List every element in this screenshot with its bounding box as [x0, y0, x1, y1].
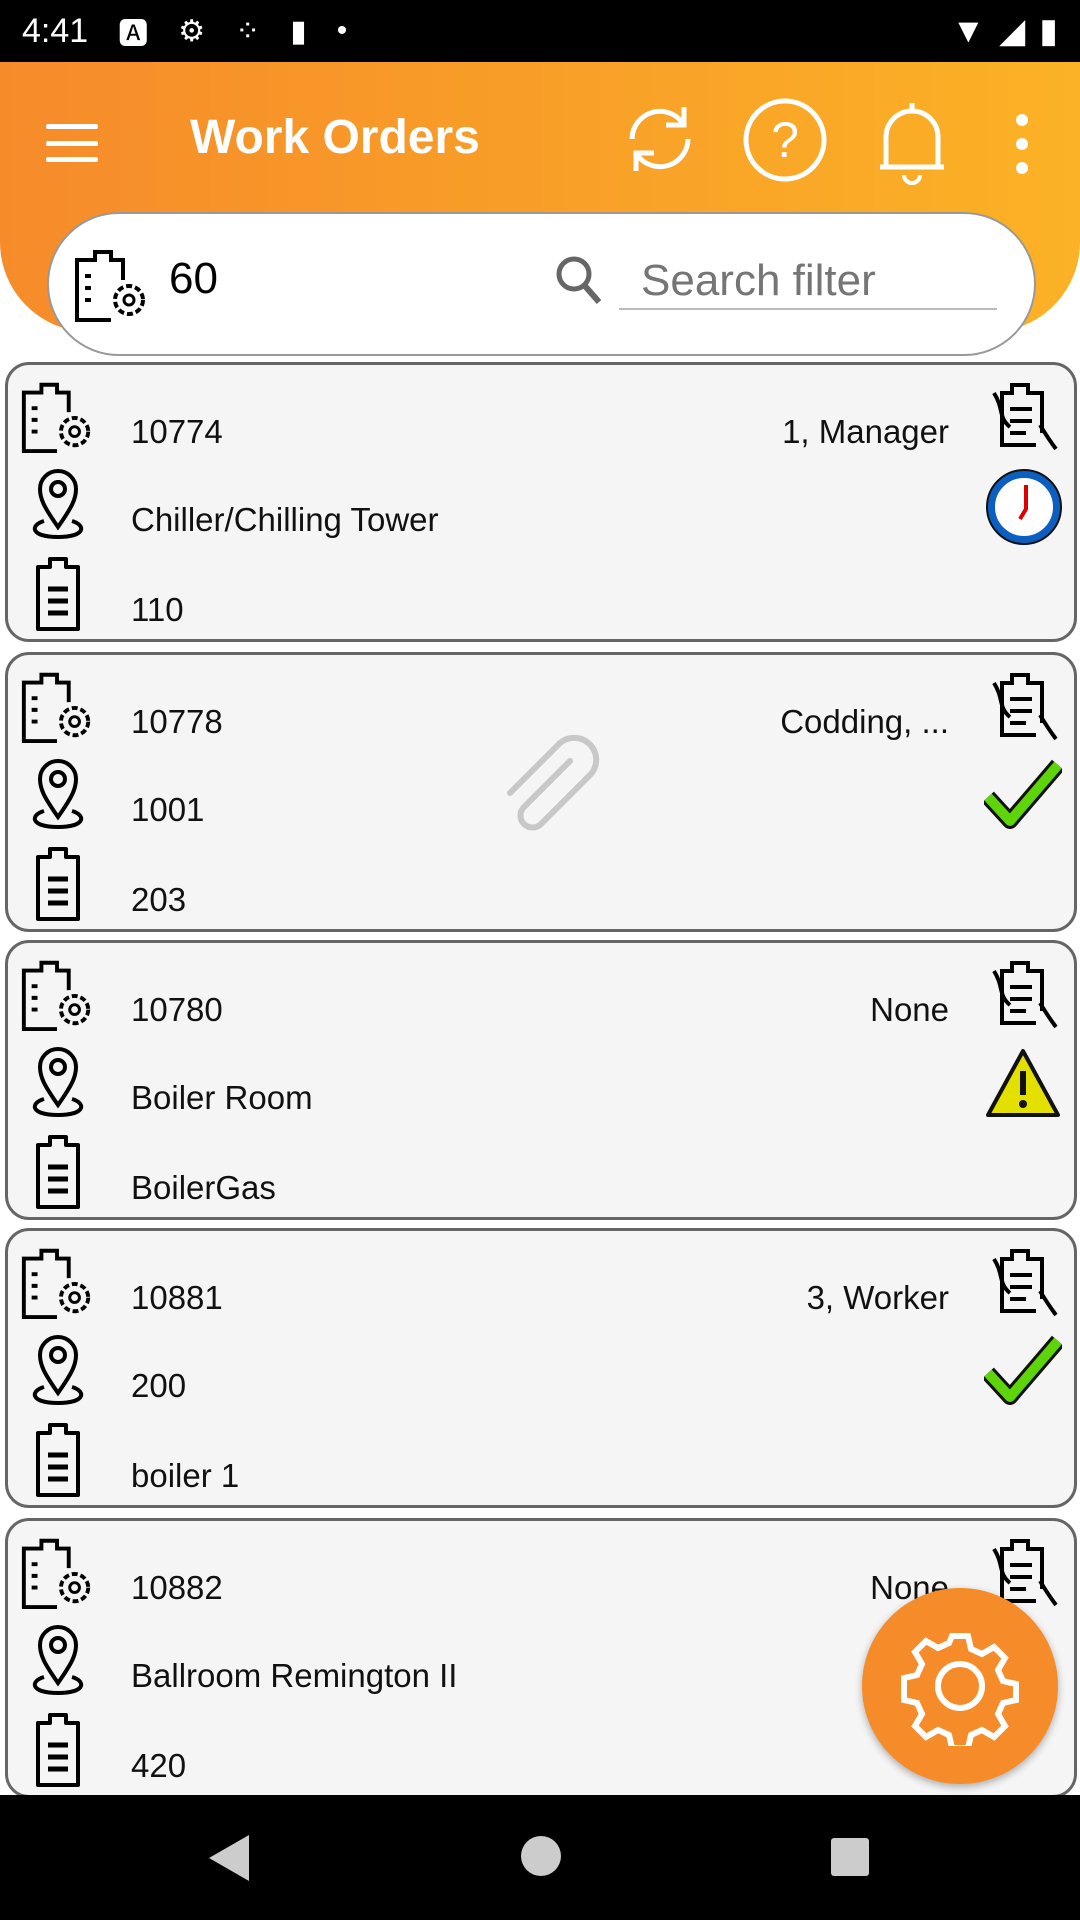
- paperclip-icon: [507, 735, 600, 831]
- sync-icon[interactable]: [618, 97, 702, 181]
- bell-icon[interactable]: [872, 97, 952, 187]
- check-icon: [982, 1335, 1065, 1410]
- location: Ballroom Remington II: [131, 1657, 458, 1694]
- recents-button[interactable]: [830, 1837, 870, 1877]
- work-order-id: 10774: [131, 413, 223, 450]
- assignee: Codding, ...: [780, 703, 949, 740]
- clock: 4:41: [22, 11, 89, 50]
- battery-icon: ▮: [1039, 12, 1058, 50]
- location-pin-icon: [18, 463, 98, 548]
- asset: boiler 1: [131, 1457, 240, 1494]
- work-order-id: 10778: [131, 703, 223, 740]
- wifi-icon: ▼: [951, 11, 986, 50]
- work-order-icon: [75, 250, 145, 322]
- assign-hand-icon: [988, 957, 1062, 1036]
- location-pin-icon: [18, 1619, 98, 1704]
- work-order-icon: [18, 665, 98, 750]
- check-icon: [982, 759, 1065, 834]
- assign-hand-icon: [988, 379, 1062, 458]
- back-button[interactable]: [205, 1833, 251, 1883]
- work-order-icon: [18, 1241, 98, 1326]
- dot-icon: •: [336, 14, 348, 47]
- clipboard-icon: [18, 1419, 98, 1504]
- work-order-icon: [18, 1531, 98, 1616]
- location: 200: [131, 1367, 187, 1404]
- clock-icon: [986, 469, 1062, 550]
- gear-icon: [901, 1633, 1019, 1746]
- work-order-icon: [18, 953, 98, 1038]
- sd-card-icon: ▮: [290, 14, 307, 48]
- help-icon[interactable]: ?: [742, 97, 828, 183]
- location-pin-icon: [18, 1329, 98, 1414]
- work-order-card[interactable]: 10881 3, Worker 200 boiler 1: [5, 1228, 1077, 1508]
- work-order-id: 10881: [131, 1279, 223, 1316]
- more-vert-icon[interactable]: [1010, 112, 1034, 176]
- work-order-card[interactable]: 10774 1, Manager Chiller/Chilling Tower …: [5, 362, 1077, 642]
- work-order-icon: [18, 375, 98, 460]
- work-order-id: 10780: [131, 991, 223, 1028]
- page-title: Work Orders: [190, 111, 480, 164]
- location-pin-icon: [18, 753, 98, 838]
- location: Boiler Room: [131, 1079, 313, 1116]
- signal-icon: ◢: [999, 12, 1026, 50]
- location-pin-icon: [18, 1041, 98, 1126]
- settings-fab[interactable]: [862, 1588, 1058, 1784]
- svg-text:?: ?: [771, 112, 799, 168]
- clipboard-icon: [18, 553, 98, 638]
- asset: BoilerGas: [131, 1169, 276, 1206]
- search-input[interactable]: [619, 254, 997, 310]
- search-bar: 60: [47, 212, 1036, 356]
- navigation-bar: [0, 1795, 1080, 1920]
- work-order-card[interactable]: 10780 None Boiler Room BoilerGas: [5, 940, 1077, 1220]
- assistant-icon: ⁘: [235, 14, 261, 48]
- asset: 203: [131, 881, 187, 918]
- assignee: 3, Worker: [806, 1279, 949, 1316]
- menu-button[interactable]: [46, 124, 98, 162]
- search-icon: [556, 256, 602, 304]
- clipboard-icon: [18, 843, 98, 928]
- work-order-count: 60: [169, 254, 218, 303]
- assignee: None: [870, 991, 949, 1028]
- assign-hand-icon: [988, 669, 1062, 748]
- a-icon: 🅰: [118, 18, 149, 51]
- asset: 420: [131, 1747, 187, 1784]
- work-order-id: 10882: [131, 1569, 223, 1606]
- gear-icon: ⚙: [178, 14, 206, 48]
- home-button[interactable]: [520, 1835, 562, 1877]
- location: 1001: [131, 791, 205, 828]
- assign-hand-icon: [988, 1245, 1062, 1324]
- work-order-card[interactable]: 10778 Codding, ... 1001 203: [5, 652, 1077, 932]
- status-bar: 4:41 🅰 ⚙ ⁘ ▮ • ▼ ◢ ▮: [0, 0, 1080, 62]
- warning-icon: [984, 1047, 1062, 1124]
- assignee: 1, Manager: [782, 413, 949, 450]
- clipboard-icon: [18, 1131, 98, 1216]
- asset: 110: [131, 591, 184, 628]
- clipboard-icon: [18, 1709, 98, 1794]
- location: Chiller/Chilling Tower: [131, 501, 439, 538]
